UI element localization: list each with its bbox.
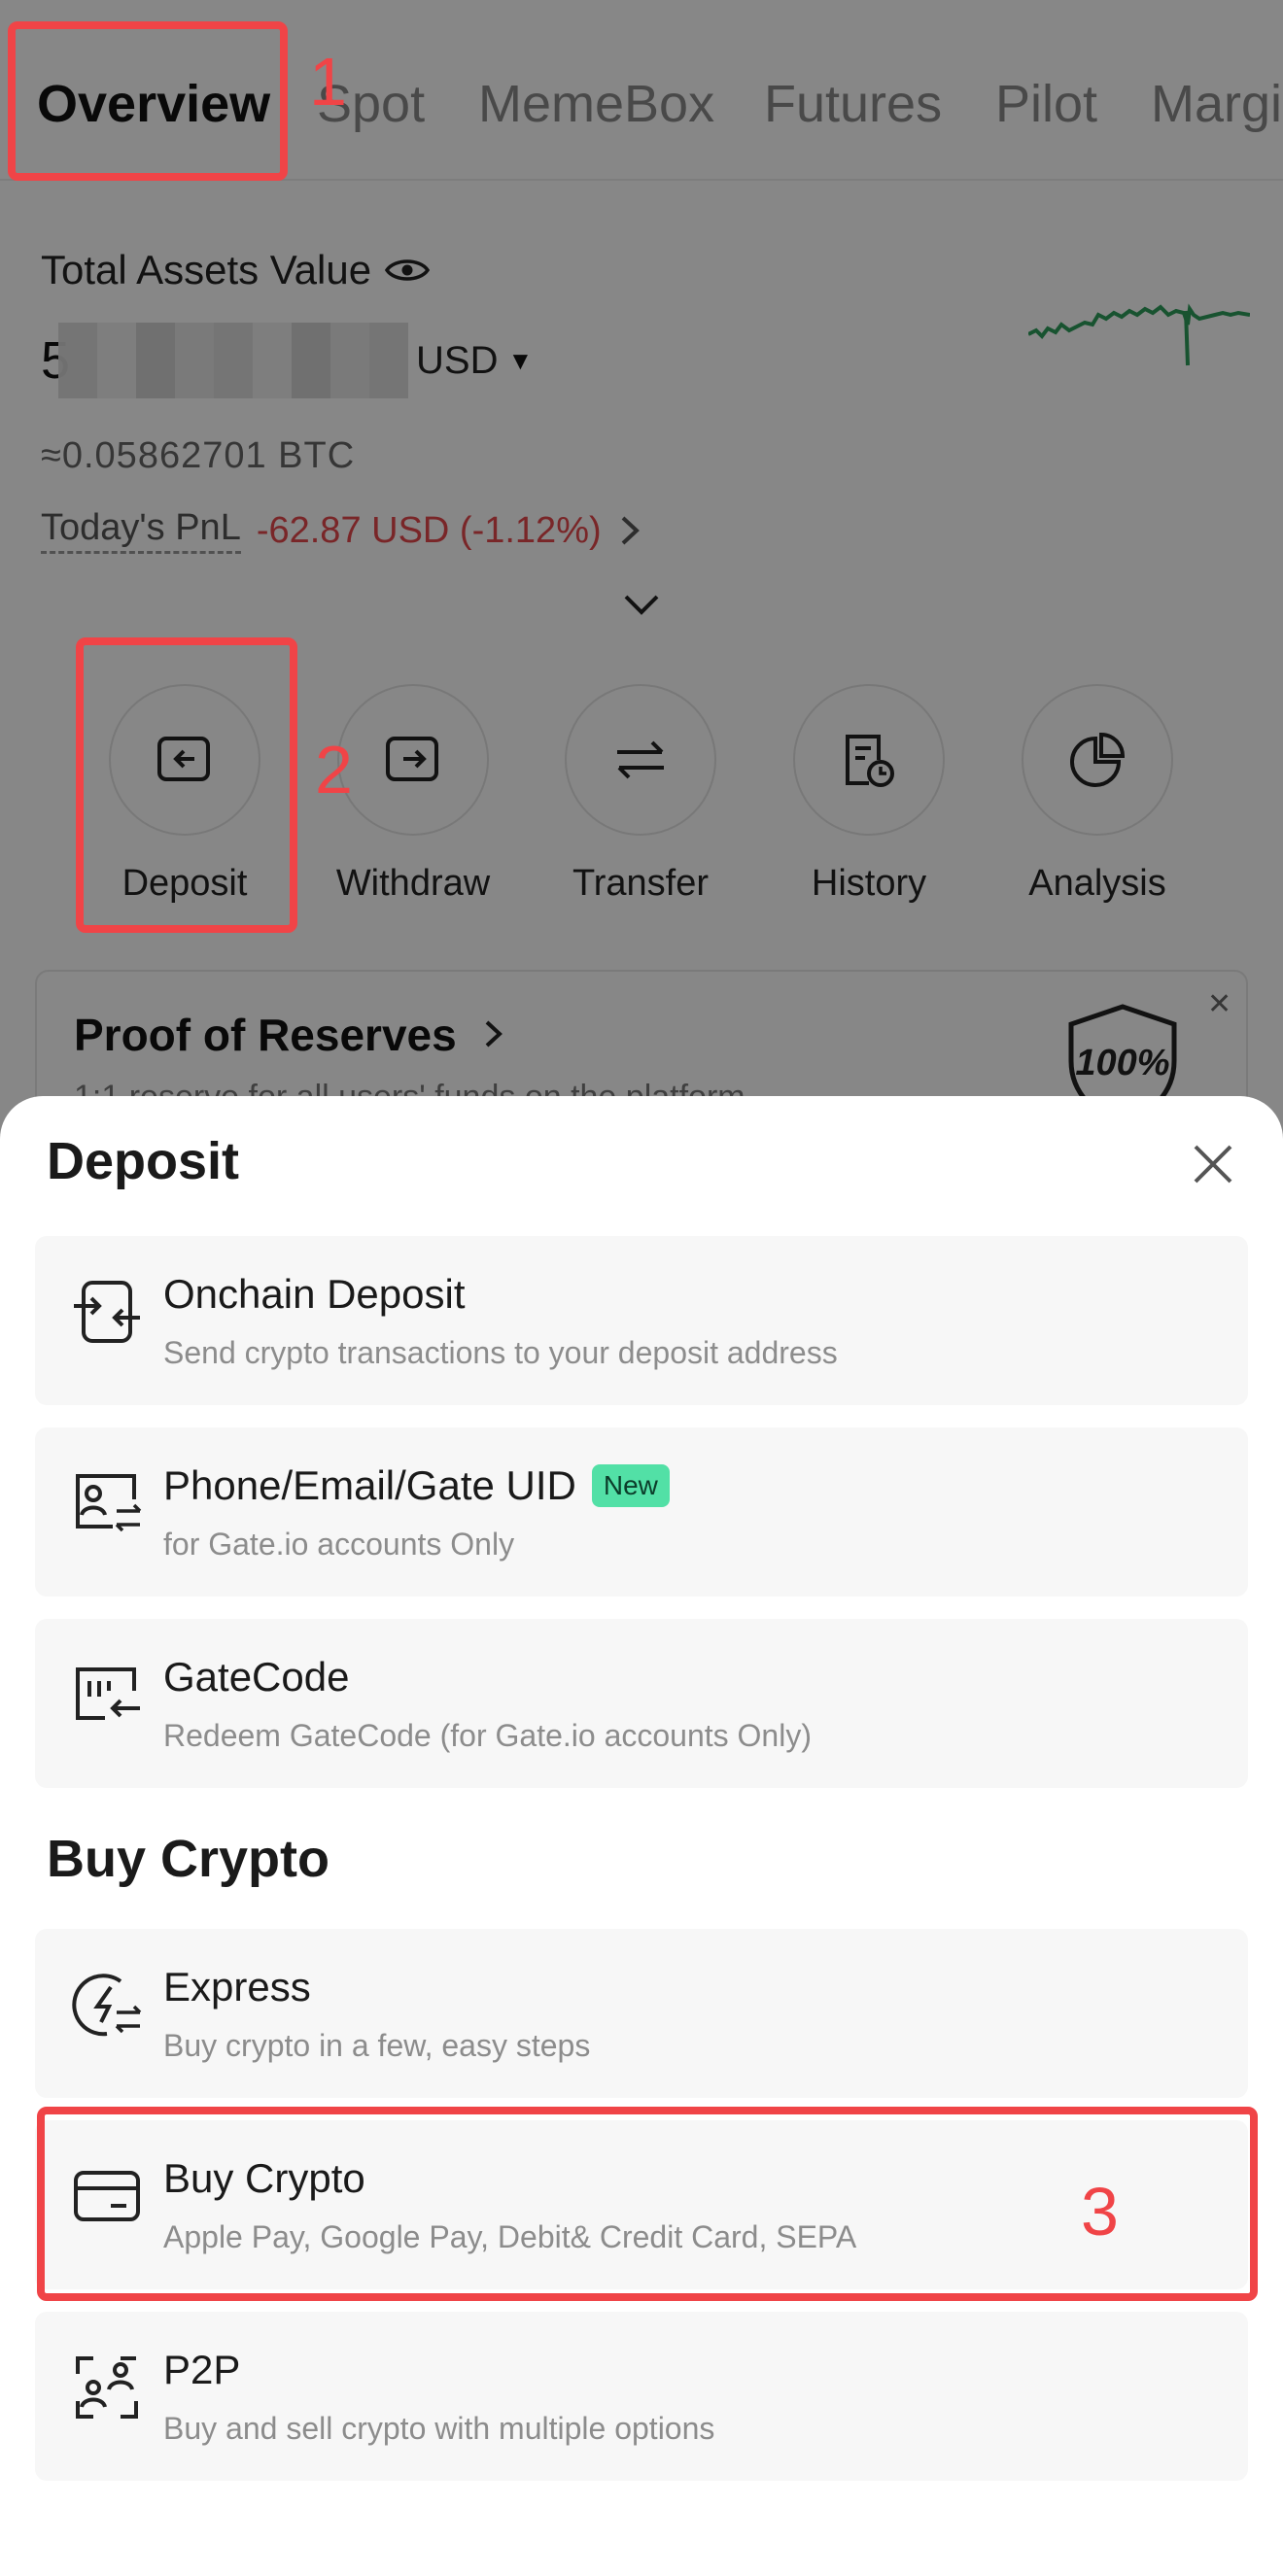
new-badge: New [591,1464,670,1507]
annotation-box-overview [8,21,288,181]
option-p2p[interactable]: P2P Buy and sell crypto with multiple op… [35,2312,1248,2481]
user-transfer-icon [76,1474,142,1532]
option-title: Phone/Email/Gate UID New [163,1462,670,1509]
express-icon [72,1974,142,2037]
option-subtitle: Buy and sell crypto with multiple option… [163,2411,715,2446]
option-subtitle: for Gate.io accounts Only [163,1527,515,1562]
option-phone-email-uid[interactable]: Phone/Email/Gate UID New for Gate.io acc… [35,1427,1248,1597]
onchain-deposit-icon [74,1281,140,1343]
option-title: GateCode [163,1654,350,1700]
option-express[interactable]: Express Buy crypto in a few, easy steps [35,1929,1248,2098]
option-title-text: Phone/Email/Gate UID [163,1462,576,1508]
gatecode-icon [76,1667,140,1720]
option-subtitle: Send crypto transactions to your deposit… [163,1335,838,1370]
annotation-number: 2 [315,732,353,807]
option-title: Onchain Deposit [163,1271,466,1317]
close-icon[interactable] [1188,1139,1238,1189]
option-gatecode[interactable]: GateCode Redeem GateCode (for Gate.io ac… [35,1619,1248,1788]
deposit-bottom-sheet: Deposit Onchain Deposit Send crypto tran… [0,1096,1283,2576]
p2p-icon [76,2356,138,2419]
option-subtitle: Buy crypto in a few, easy steps [163,2028,591,2063]
option-onchain-deposit[interactable]: Onchain Deposit Send crypto transactions… [35,1236,1248,1405]
option-title: P2P [163,2347,241,2392]
buy-crypto-section-title: Buy Crypto [47,1830,330,1888]
option-title: Express [163,1964,311,2009]
annotation-box-deposit [76,637,297,933]
annotation-number: 1 [309,44,347,120]
sheet-title: Deposit [47,1132,240,1190]
annotation-number: 3 [1081,2174,1119,2250]
annotation-box-buy-crypto [37,2107,1258,2301]
option-subtitle: Redeem GateCode (for Gate.io accounts On… [163,1718,812,1753]
